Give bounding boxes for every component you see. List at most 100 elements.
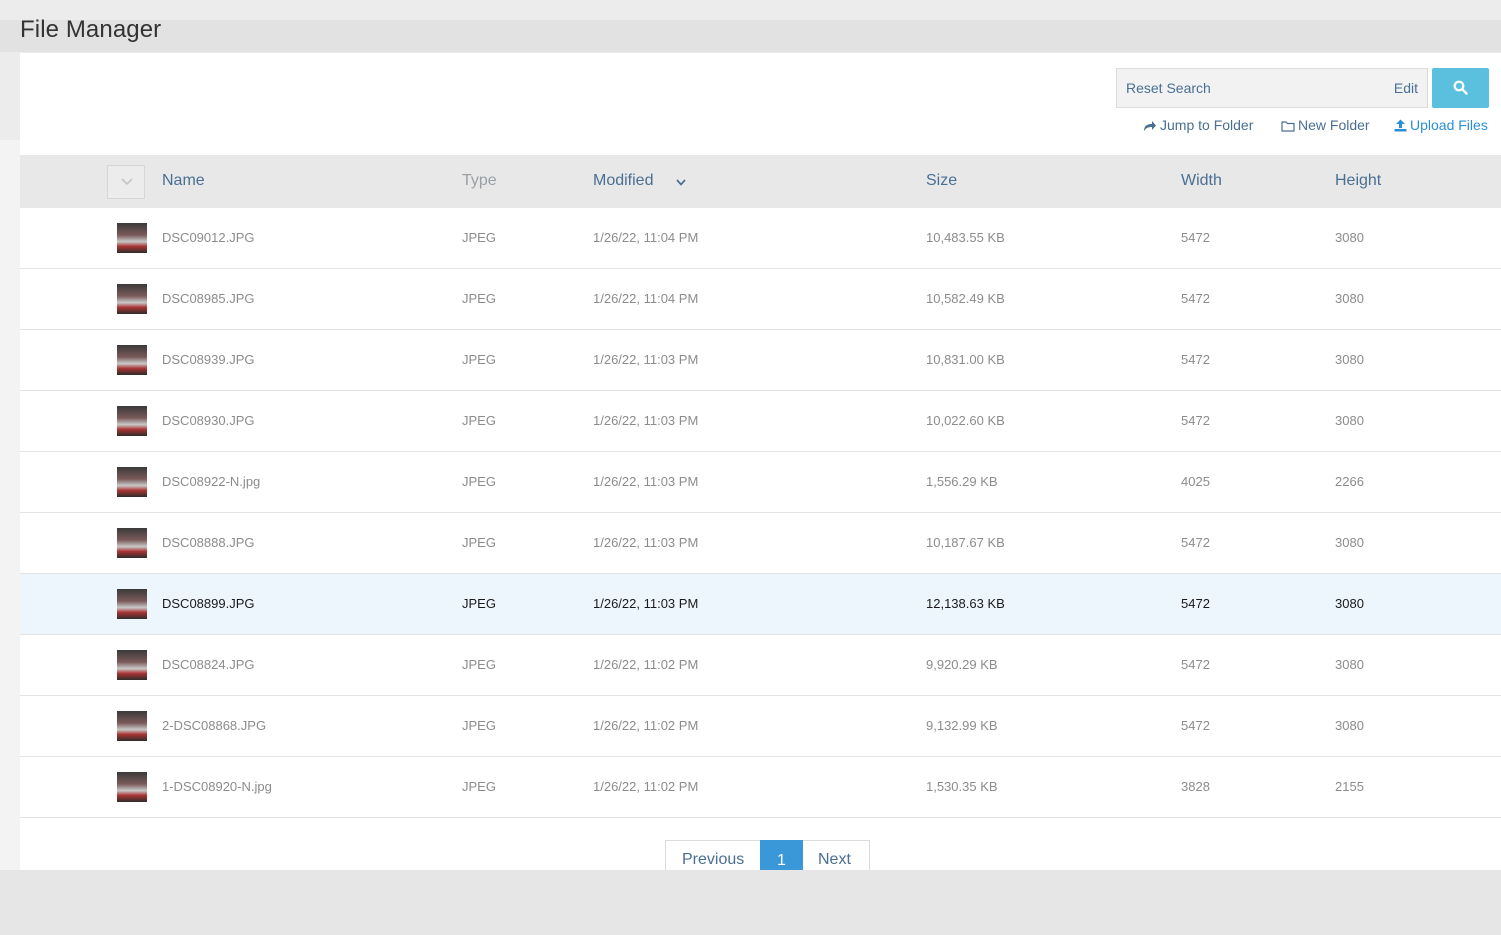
file-height: 3080 xyxy=(1335,535,1364,550)
file-height: 3080 xyxy=(1335,230,1364,245)
file-type: JPEG xyxy=(462,718,496,733)
table-row[interactable]: DSC08939.JPG JPEG 1/26/22, 11:03 PM 10,8… xyxy=(20,330,1501,391)
file-modified: 1/26/22, 11:03 PM xyxy=(593,535,699,550)
file-height: 2155 xyxy=(1335,779,1364,794)
file-height: 3080 xyxy=(1335,596,1364,611)
file-name: 1-DSC08920-N.jpg xyxy=(162,779,272,794)
file-size: 10,022.60 KB xyxy=(926,413,1005,428)
jump-to-folder-link[interactable]: Jump to Folder xyxy=(1143,117,1253,133)
file-type: JPEG xyxy=(462,535,496,550)
file-modified: 1/26/22, 11:04 PM xyxy=(593,230,699,245)
file-size: 9,920.29 KB xyxy=(926,657,998,672)
edit-search-link[interactable]: Edit xyxy=(1394,80,1418,96)
table-header: Name Type Modified Size Width Height xyxy=(20,155,1501,208)
file-width: 5472 xyxy=(1181,413,1210,428)
sort-descending-icon[interactable] xyxy=(676,179,686,186)
table-row[interactable]: 2-DSC08868.JPG JPEG 1/26/22, 11:02 PM 9,… xyxy=(20,696,1501,757)
new-folder-link[interactable]: New Folder xyxy=(1281,117,1370,133)
page-title: File Manager xyxy=(20,16,162,43)
column-header-modified[interactable]: Modified xyxy=(593,172,653,190)
file-modified: 1/26/22, 11:03 PM xyxy=(593,352,699,367)
jump-to-folder-label: Jump to Folder xyxy=(1160,117,1254,133)
table-row[interactable]: DSC08930.JPG JPEG 1/26/22, 11:03 PM 10,0… xyxy=(20,391,1501,452)
file-thumbnail xyxy=(117,284,147,314)
reset-search-link[interactable]: Reset Search xyxy=(1126,80,1211,96)
file-height: 3080 xyxy=(1335,718,1364,733)
file-name: DSC08930.JPG xyxy=(162,413,255,428)
table-row-selected[interactable]: DSC08899.JPG JPEG 1/26/22, 11:03 PM 12,1… xyxy=(20,574,1501,635)
file-width: 3828 xyxy=(1181,779,1210,794)
file-modified: 1/26/22, 11:03 PM xyxy=(593,474,699,489)
file-list: DSC09012.JPG JPEG 1/26/22, 11:04 PM 10,4… xyxy=(20,208,1501,818)
file-width: 5472 xyxy=(1181,657,1210,672)
table-row[interactable]: DSC08922-N.jpg JPEG 1/26/22, 11:03 PM 1,… xyxy=(20,452,1501,513)
previous-page-button[interactable]: Previous xyxy=(682,851,744,869)
pagination: Previous 1 Next xyxy=(665,840,870,870)
table-row[interactable]: DSC08985.JPG JPEG 1/26/22, 11:04 PM 10,5… xyxy=(20,269,1501,330)
upload-files-link[interactable]: Upload Files xyxy=(1394,117,1488,133)
file-type: JPEG xyxy=(462,352,496,367)
search-group: Reset Search Edit xyxy=(1116,68,1428,108)
file-height: 3080 xyxy=(1335,413,1364,428)
file-thumbnail xyxy=(117,528,147,558)
file-height: 3080 xyxy=(1335,352,1364,367)
file-name: DSC08888.JPG xyxy=(162,535,255,550)
column-header-name[interactable]: Name xyxy=(162,172,205,190)
file-type: JPEG xyxy=(462,596,496,611)
file-thumbnail xyxy=(117,406,147,436)
search-button[interactable] xyxy=(1432,68,1489,108)
file-size: 12,138.63 KB xyxy=(926,596,1005,611)
file-size: 10,582.49 KB xyxy=(926,291,1005,306)
file-width: 5472 xyxy=(1181,535,1210,550)
file-thumbnail xyxy=(117,650,147,680)
upload-files-label: Upload Files xyxy=(1410,117,1488,133)
file-modified: 1/26/22, 11:02 PM xyxy=(593,718,699,733)
table-row[interactable]: DSC08824.JPG JPEG 1/26/22, 11:02 PM 9,92… xyxy=(20,635,1501,696)
folder-icon xyxy=(1281,121,1295,132)
file-width: 4025 xyxy=(1181,474,1210,489)
upload-icon xyxy=(1394,119,1407,132)
table-row[interactable]: 1-DSC08920-N.jpg JPEG 1/26/22, 11:02 PM … xyxy=(20,757,1501,818)
chevron-down-icon xyxy=(121,178,133,186)
share-arrow-icon xyxy=(1144,121,1156,131)
column-header-width[interactable]: Width xyxy=(1181,172,1222,190)
file-height: 3080 xyxy=(1335,657,1364,672)
table-row[interactable]: DSC08888.JPG JPEG 1/26/22, 11:03 PM 10,1… xyxy=(20,513,1501,574)
file-thumbnail xyxy=(117,345,147,375)
column-header-type: Type xyxy=(462,172,497,189)
background-overlay-left xyxy=(0,140,20,870)
file-width: 5472 xyxy=(1181,230,1210,245)
file-height: 2266 xyxy=(1335,474,1364,489)
file-type: JPEG xyxy=(462,779,496,794)
background-overlay-bottom xyxy=(0,870,1501,935)
file-name: DSC08922-N.jpg xyxy=(162,474,261,489)
file-thumbnail xyxy=(117,589,147,619)
file-type: JPEG xyxy=(462,413,496,428)
search-icon xyxy=(1453,80,1468,95)
file-height: 3080 xyxy=(1335,291,1364,306)
file-name: 2-DSC08868.JPG xyxy=(162,718,267,733)
file-size: 10,483.55 KB xyxy=(926,230,1005,245)
file-thumbnail xyxy=(117,711,147,741)
file-thumbnail xyxy=(117,772,147,802)
file-name: DSC08939.JPG xyxy=(162,352,255,367)
column-header-size[interactable]: Size xyxy=(926,172,957,190)
file-width: 5472 xyxy=(1181,291,1210,306)
file-name: DSC08899.JPG xyxy=(162,596,255,611)
file-manager-panel: Reset Search Edit Jump to Folder New Fol… xyxy=(20,53,1501,870)
file-type: JPEG xyxy=(462,474,496,489)
file-size: 1,530.35 KB xyxy=(926,779,998,794)
file-size: 10,831.00 KB xyxy=(926,352,1005,367)
column-header-height[interactable]: Height xyxy=(1335,172,1381,190)
current-page-button[interactable]: 1 xyxy=(760,840,803,870)
file-modified: 1/26/22, 11:02 PM xyxy=(593,657,699,672)
table-row[interactable]: DSC09012.JPG JPEG 1/26/22, 11:04 PM 10,4… xyxy=(20,208,1501,269)
file-modified: 1/26/22, 11:03 PM xyxy=(593,413,699,428)
file-thumbnail xyxy=(117,467,147,497)
file-name: DSC09012.JPG xyxy=(162,230,255,245)
file-thumbnail xyxy=(117,223,147,253)
next-page-button[interactable]: Next xyxy=(818,851,851,869)
file-width: 5472 xyxy=(1181,352,1210,367)
select-all-toggle[interactable] xyxy=(107,165,145,199)
new-folder-label: New Folder xyxy=(1298,117,1370,133)
